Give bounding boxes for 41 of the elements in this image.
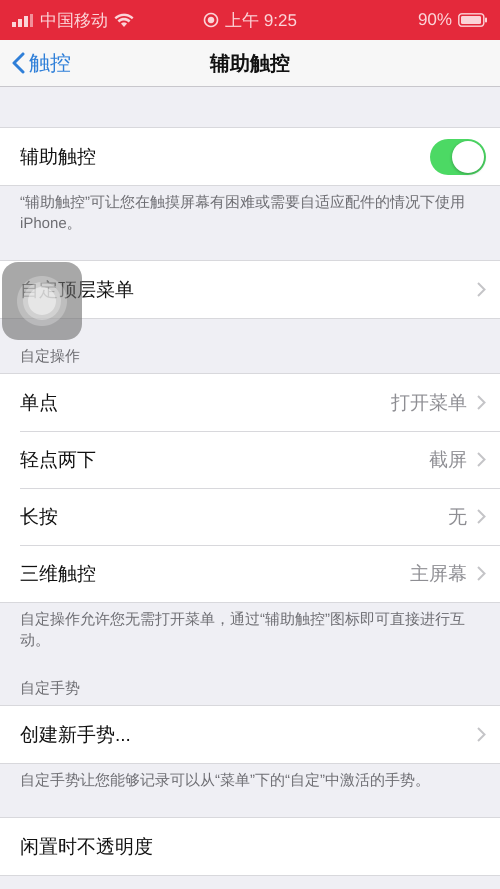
section-header: 自定手势 xyxy=(20,680,80,697)
signal-icon xyxy=(12,14,34,26)
settings-row[interactable]: 三维触控 主屏幕 xyxy=(0,545,500,602)
back-button[interactable]: 触控 xyxy=(0,49,71,77)
chevron-icon xyxy=(477,727,486,742)
row-label: 轻点两下 xyxy=(20,448,97,472)
row-label: 辅助触控 xyxy=(20,146,97,170)
chevron-icon xyxy=(477,566,486,581)
wifi-icon xyxy=(114,12,134,28)
chevron-icon xyxy=(477,395,486,410)
row-label: 自定顶层菜单 xyxy=(20,278,135,302)
row-value: 无 xyxy=(448,506,467,530)
battery-percent: 90% xyxy=(418,10,452,30)
row-value: 主屏幕 xyxy=(410,562,467,586)
section-footnote: “辅助触控”可让您在触摸屏幕有困难或需要自适应配件的情况下使用 iPhone。 xyxy=(20,194,465,232)
row-label: 闲置时不透明度 xyxy=(20,836,154,860)
settings-row[interactable]: 创建新手势... xyxy=(0,706,500,763)
toggle-switch[interactable] xyxy=(430,138,486,174)
row-value: 打开菜单 xyxy=(391,392,467,416)
section-footnote: 自定操作允许您无需打开菜单，通过“辅助触控”图标即可直接进行互动。 xyxy=(20,611,465,649)
row-label: 创建新手势... xyxy=(20,724,132,748)
row-label: 三维触控 xyxy=(20,562,97,586)
row-label: 单点 xyxy=(20,392,59,416)
carrier-name: 中国移动 xyxy=(40,10,108,32)
chevron-icon xyxy=(477,282,486,297)
page-title: 辅助触控 xyxy=(210,52,290,74)
settings-row[interactable]: 闲置时不透明度 xyxy=(0,818,500,875)
battery-icon xyxy=(458,13,488,27)
location-lock-icon xyxy=(203,12,220,28)
settings-row[interactable]: 长按 无 xyxy=(0,488,500,545)
chevron-icon xyxy=(477,452,486,467)
settings-row[interactable]: 自定顶层菜单 xyxy=(0,261,500,318)
back-chevron-icon xyxy=(12,52,25,74)
row-value: 截屏 xyxy=(429,448,467,472)
row-label: 长按 xyxy=(20,506,59,530)
settings-row[interactable]: 轻点两下 截屏 xyxy=(0,431,500,488)
chevron-icon xyxy=(477,509,486,524)
clock-time: 上午 9:25 xyxy=(225,10,297,32)
settings-row[interactable]: 单点 打开菜单 xyxy=(0,374,500,431)
section-header: 自定操作 xyxy=(20,348,80,365)
section-footnote: 自定手势让您能够记录可以从“菜单”下的“自定”中激活的手势。 xyxy=(20,772,430,789)
